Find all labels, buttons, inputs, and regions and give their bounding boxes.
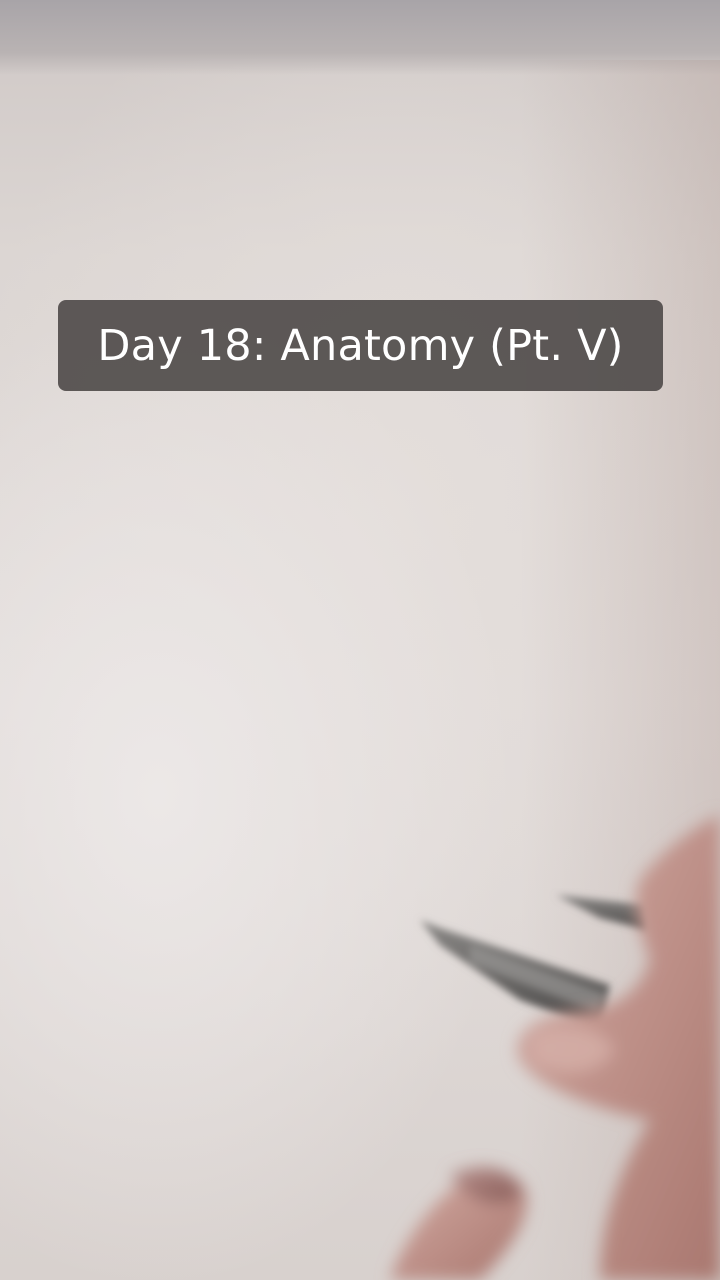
caption-banner: Day 18: Anatomy (Pt. V) xyxy=(58,300,663,391)
hand-holding-pens-illustration xyxy=(390,815,720,1280)
caption-text: Day 18: Anatomy (Pt. V) xyxy=(97,320,624,371)
hand xyxy=(390,815,720,1280)
back-pen xyxy=(556,895,648,930)
video-frame: Day 18: Anatomy (Pt. V) xyxy=(0,0,720,1280)
